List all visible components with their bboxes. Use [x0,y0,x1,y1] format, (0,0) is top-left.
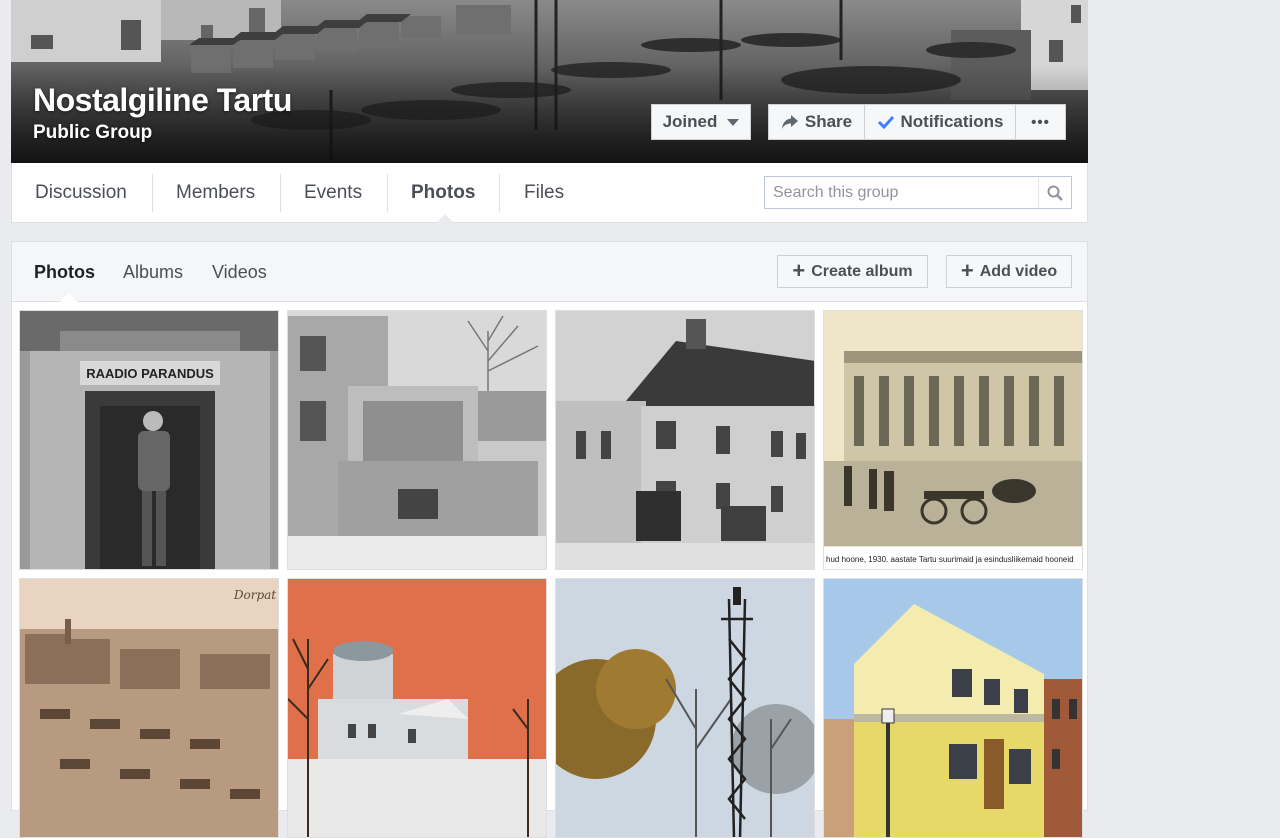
group-search [764,176,1072,209]
shop-sign-text: RAADIO PARANDUS [86,366,214,381]
tab-files[interactable]: Files [524,163,564,222]
photos-panel: Photos Albums Videos + Create album + Ad… [11,241,1088,838]
photos-panel-header: Photos Albums Videos + Create album + Ad… [12,242,1087,302]
group-search-input[interactable] [765,177,1035,208]
tab-divider [280,174,281,212]
photo-ruined-building [288,311,546,569]
group-name[interactable]: Nostalgiline Tartu [33,82,292,119]
photo-observatory-postcard [288,579,546,837]
active-tab-indicator [436,214,454,223]
photo-radio-repair-shop: RAADIO PARANDUS [20,311,278,569]
photo-thumbnail[interactable]: hud hoone, 1930. aastate Tartu suurimaid… [823,310,1083,570]
photo-thumbnail[interactable]: Dorpat [19,578,279,838]
photo-thumbnail[interactable] [287,310,547,570]
tab-divider [499,174,500,212]
group-nav-bar: Discussion Members Events Photos Files [11,163,1088,223]
search-icon [1047,185,1063,201]
tab-divider [387,174,388,212]
checkmark-icon [877,115,894,130]
photo-thumbnail[interactable] [555,578,815,838]
share-button-label: Share [804,112,853,131]
photo-lattice-tower [556,579,814,837]
group-cover: Nostalgiline Tartu Public Group Joined S… [11,0,1088,163]
joined-button[interactable]: Joined [651,104,751,140]
plus-icon: + [792,257,806,283]
tab-discussion[interactable]: Discussion [35,163,127,222]
postcard-handwriting: Dorpat [233,588,276,602]
share-arrow-icon [781,115,798,129]
more-options-button[interactable]: ••• [1015,104,1066,140]
create-album-label: Create album [811,262,913,280]
more-dots-icon: ••• [1031,113,1050,131]
photo-thumbnail[interactable] [287,578,547,838]
plus-icon: + [960,257,974,283]
joined-button-label: Joined [662,112,718,131]
photo-corner-building [556,311,814,569]
photo-thumbnail[interactable]: RAADIO PARANDUS [19,310,279,570]
photo-thumbnail[interactable] [555,310,815,570]
dropdown-arrow-icon [727,118,740,126]
share-button[interactable]: Share [768,104,865,140]
tab-events[interactable]: Events [304,163,362,222]
subtab-albums[interactable]: Albums [123,242,183,302]
group-privacy-label: Public Group [33,122,153,143]
tab-divider [152,174,153,212]
add-video-label: Add video [979,262,1058,280]
search-button[interactable] [1038,177,1071,208]
notifications-button[interactable]: Notifications [864,104,1016,140]
tab-members[interactable]: Members [176,163,255,222]
photo-thumbnail[interactable] [823,578,1083,838]
active-subtab-indicator [60,293,78,302]
photo-caption: hud hoone, 1930. aastate Tartu suurimaid… [826,555,1074,564]
add-video-button[interactable]: + Add video [946,255,1072,288]
photo-yellow-building [824,579,1082,837]
photo-market-square-postcard: Dorpat [20,579,278,837]
subtab-videos[interactable]: Videos [212,242,267,302]
notifications-button-label: Notifications [900,112,1004,131]
photo-main-building-1930: hud hoone, 1930. aastate Tartu suurimaid… [824,311,1082,569]
create-album-button[interactable]: + Create album [777,255,928,288]
